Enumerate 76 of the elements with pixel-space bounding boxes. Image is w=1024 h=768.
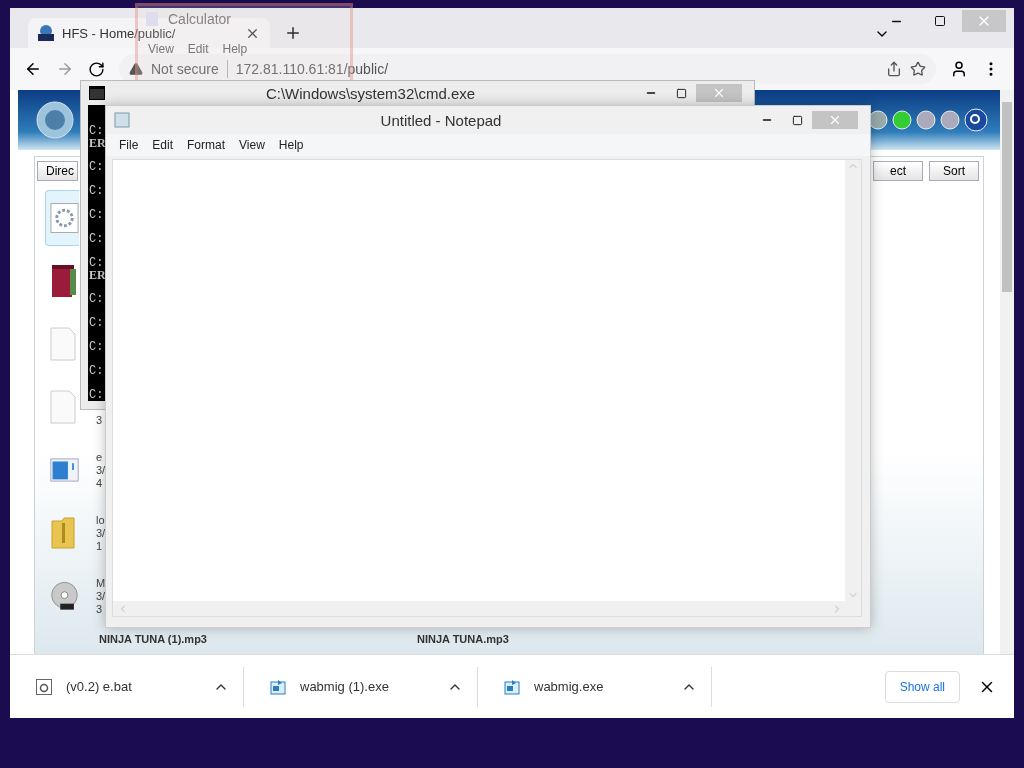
share-icon[interactable]: [886, 61, 902, 77]
toolbar-button[interactable]: ect: [873, 161, 923, 181]
url-text: 172.81.110.61:81/public/: [235, 61, 388, 77]
console-line: ER: [88, 137, 106, 149]
menu-item[interactable]: View: [239, 138, 265, 152]
console-line: C:: [88, 161, 104, 173]
console-line: C:: [88, 209, 104, 221]
folder-icon: [50, 517, 76, 549]
entry-size: 1: [96, 539, 104, 553]
console-line: C:: [88, 125, 104, 137]
window-title: C:\Windows\system32\cmd.exe: [264, 84, 477, 102]
download-name: (v0.2) e.bat: [66, 679, 132, 694]
toolbar-round-icon[interactable]: [892, 110, 912, 130]
close-icon: [712, 86, 726, 100]
entry-name[interactable]: NINJA TUNA (1).mp3: [99, 633, 417, 645]
console-line: ER: [88, 269, 106, 281]
address-bar[interactable]: Not secure 172.81.110.61:81/public/: [119, 54, 936, 84]
profile-icon[interactable]: [950, 60, 968, 78]
toolbar-button[interactable]: Direc: [37, 161, 78, 181]
entry-name[interactable]: M: [96, 576, 104, 590]
entry-size: 3: [96, 413, 104, 427]
close-icon: [828, 113, 842, 127]
maximize-icon: [791, 114, 803, 126]
console-line: C:: [88, 293, 104, 305]
window-title: Untitled - Notepad: [379, 111, 503, 129]
console-line: C:: [88, 233, 104, 245]
program-file-icon: [270, 678, 286, 695]
forward-icon[interactable]: [56, 60, 74, 78]
entry-name[interactable]: lo: [96, 513, 104, 527]
disc-icon: [50, 579, 79, 613]
download-name: wabmig.exe: [534, 679, 604, 694]
download-item[interactable]: (v0.2) e.bat: [10, 666, 244, 707]
toolbar-button[interactable]: Sort: [929, 161, 979, 181]
back-icon[interactable]: [24, 60, 42, 78]
maximize-icon: [934, 15, 946, 27]
window-icon: [50, 456, 79, 484]
book-icon: [50, 264, 78, 298]
security-label: Not secure: [151, 61, 219, 77]
entry-date: 3/: [96, 589, 104, 603]
entry-date: 3/: [96, 526, 104, 540]
console-line: C:: [88, 317, 104, 329]
menu-item[interactable]: Format: [187, 138, 226, 152]
toolbar-round-icon[interactable]: [868, 110, 888, 130]
toolbar-round-icon[interactable]: [940, 110, 960, 130]
menu-item[interactable]: Help: [278, 138, 304, 152]
globe-logo-icon: [36, 101, 74, 139]
console-line: C:: [88, 341, 104, 353]
menu-item[interactable]: File: [119, 138, 139, 152]
notepad-icon: [114, 112, 130, 128]
entry-size: 3: [96, 602, 104, 616]
console-line: C:: [88, 389, 104, 401]
file-icon: [50, 390, 76, 424]
file-icon: [50, 327, 76, 361]
console-line: C:: [88, 365, 104, 377]
program-file-icon: [504, 678, 520, 695]
entry-size: 4: [96, 476, 104, 490]
new-tab-icon[interactable]: [284, 24, 302, 42]
show-all-button[interactable]: Show all: [884, 670, 960, 703]
download-item[interactable]: wabmig (1).exe: [244, 666, 478, 707]
warning-icon: [129, 62, 143, 76]
console-line: C:: [88, 257, 104, 269]
entry-date: 3/: [96, 463, 104, 477]
console-icon: [89, 86, 105, 100]
tab-title: HFS - Home/public/: [62, 25, 176, 41]
entry-name[interactable]: NINJA TUNA.mp3: [417, 633, 735, 645]
console-line: C:: [88, 185, 104, 197]
globe-logo-icon: [38, 25, 54, 41]
entry-name[interactable]: e: [96, 450, 104, 464]
toolbar-round-icon[interactable]: [916, 110, 936, 130]
download-name: wabmig (1).exe: [300, 679, 389, 694]
maximize-icon: [675, 87, 687, 99]
download-item[interactable]: wabmig.exe: [478, 666, 712, 707]
menu-item[interactable]: Edit: [152, 138, 174, 152]
scrollbar[interactable]: [1000, 90, 1014, 654]
reload-icon[interactable]: [88, 60, 105, 78]
bookmark-star-icon[interactable]: [910, 61, 926, 77]
